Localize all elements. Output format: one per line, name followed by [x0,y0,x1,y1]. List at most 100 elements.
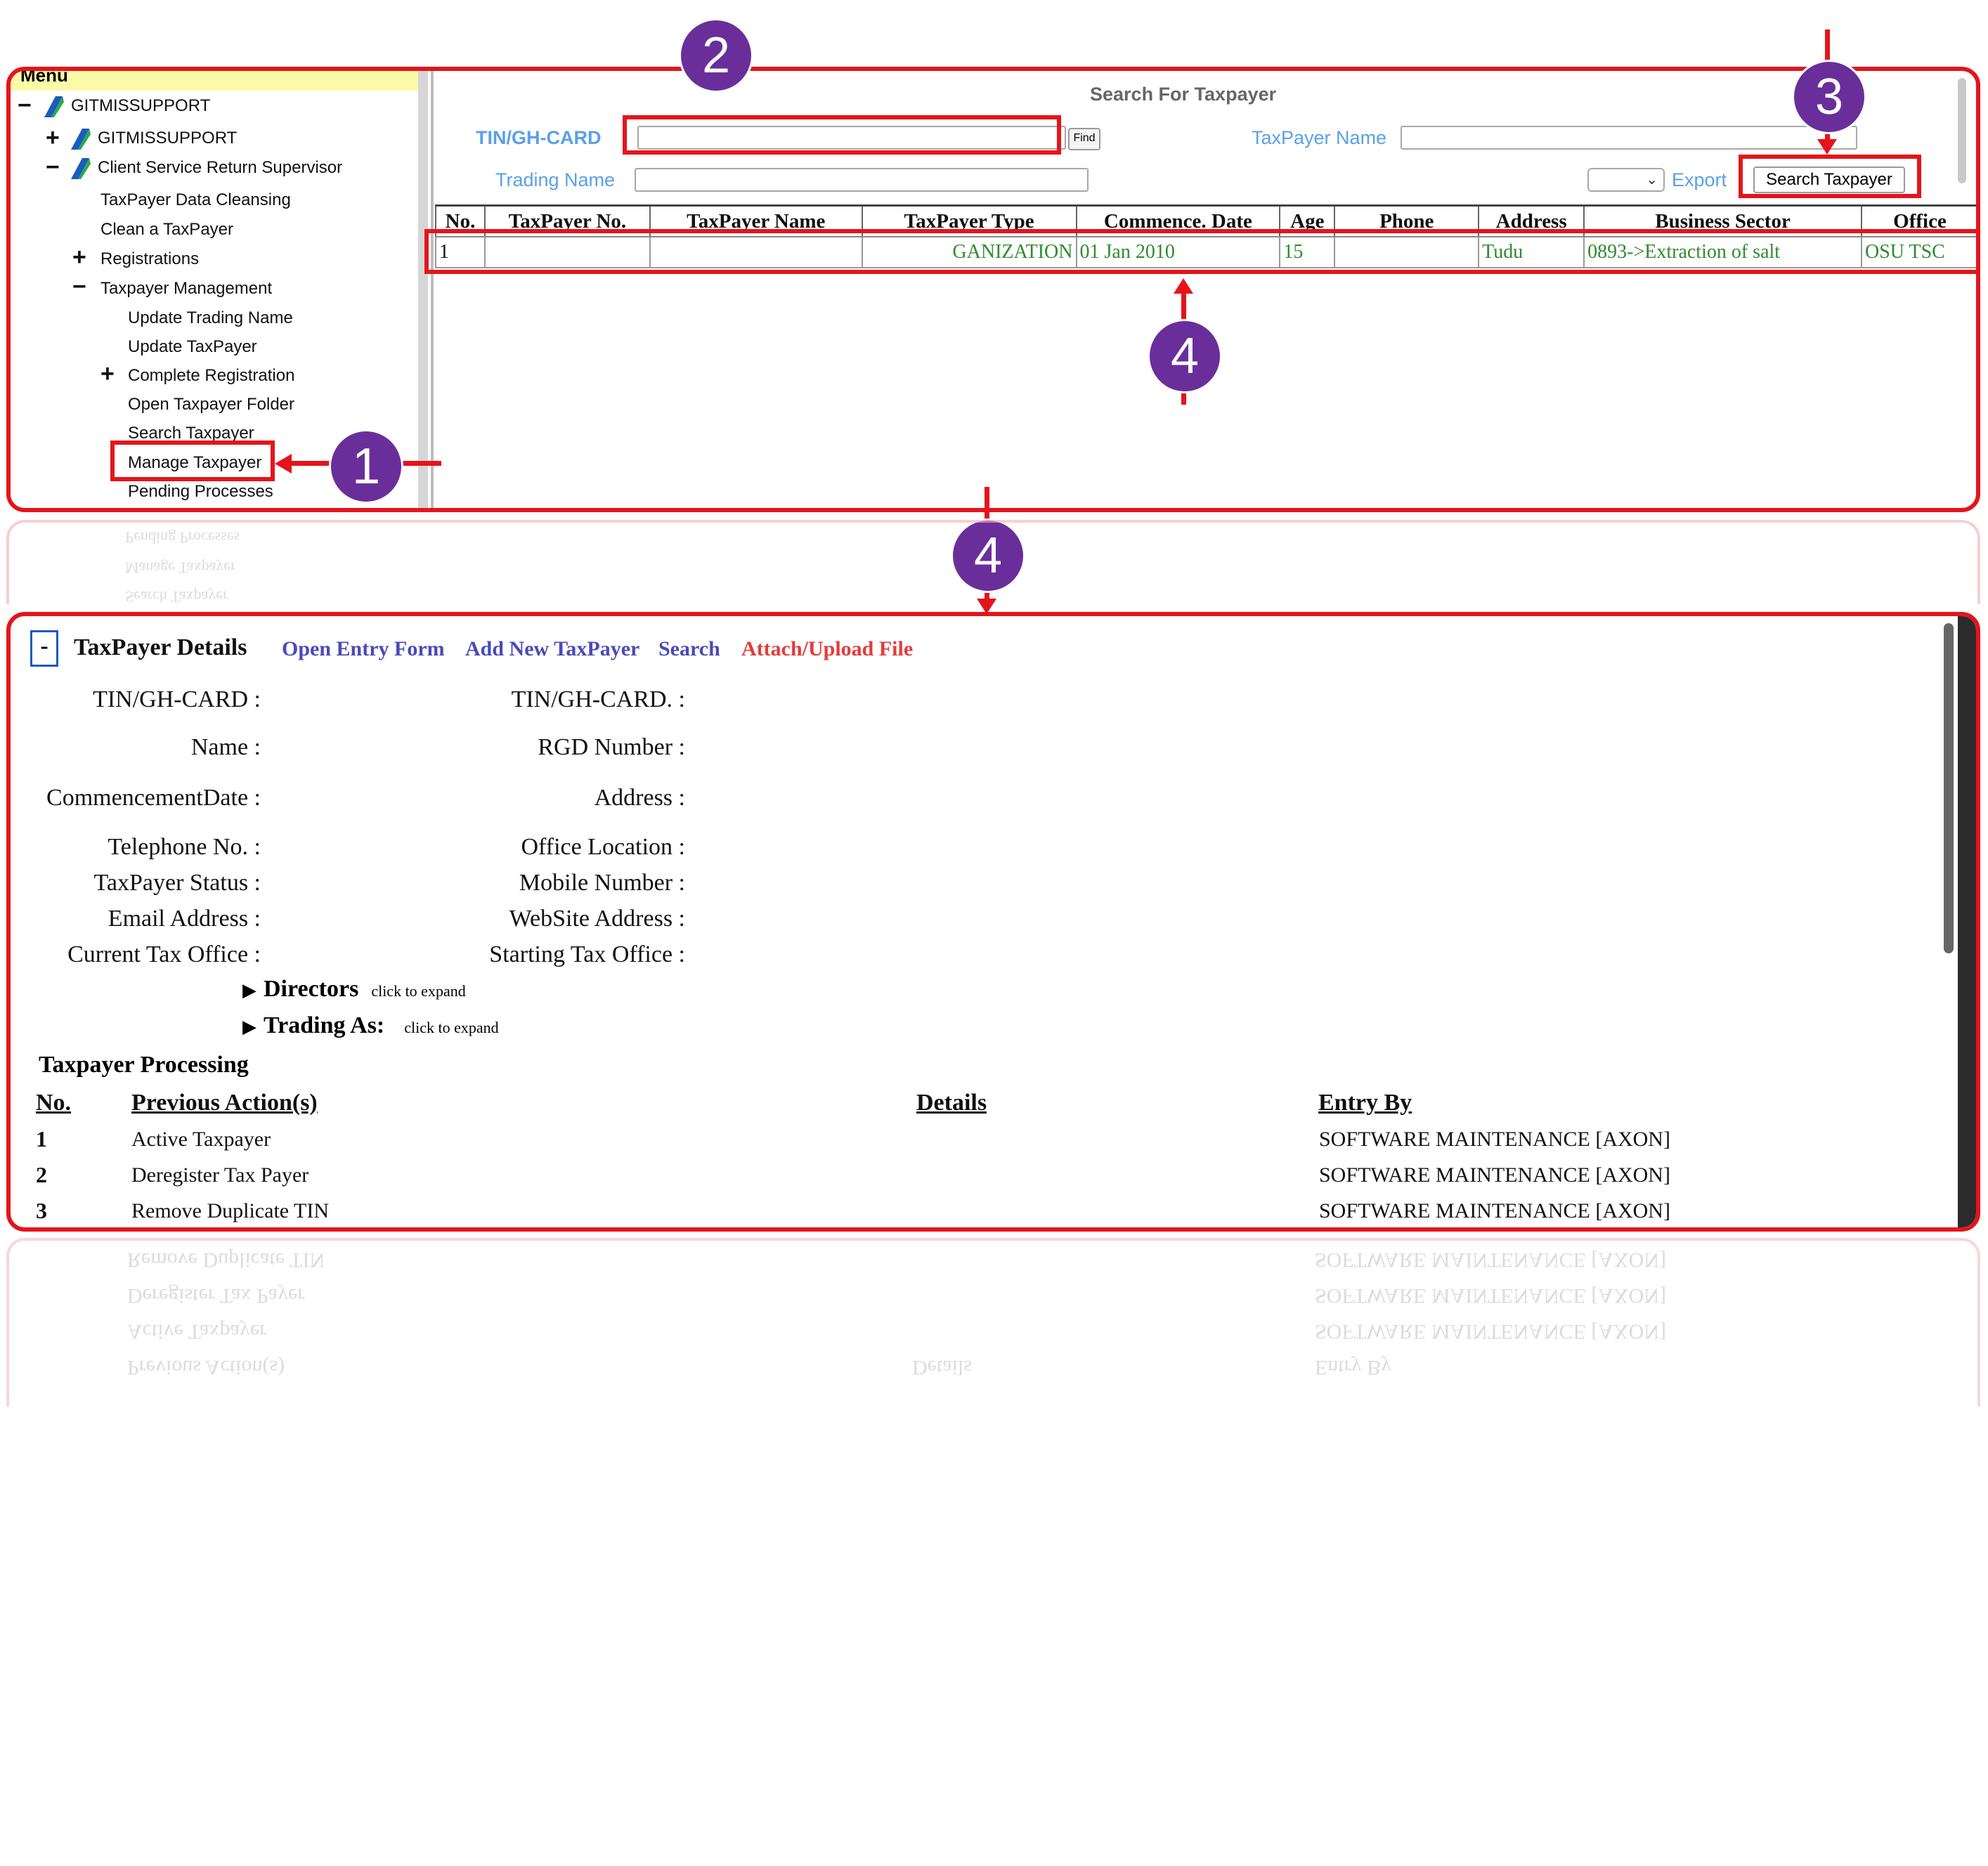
table-row: 3 Remove Duplicate TIN SOFTWARE MAINTENA… [11,1198,1964,1227]
callout-arrow-3-head [1817,139,1837,155]
menu-item-taxpayer-management[interactable]: Taxpayer Management [100,279,272,299]
label-tin-card: TIN/GH-CARD. : [511,686,685,712]
label-commencement: CommencementDate : [46,785,261,811]
label-email: Email Address : [108,906,261,932]
menu-item-gitmissupport[interactable]: GITMISSUPPORT [98,129,237,148]
reflection-text: Manage Taxpayer [125,559,236,577]
pane-divider[interactable] [431,71,434,508]
results-scrollbar[interactable] [1958,78,1966,183]
menu-item-registrations[interactable]: Registrations [100,249,199,269]
reflection-text: Remove Duplicate TIN [127,1248,325,1272]
find-button[interactable]: Find [1068,128,1100,150]
highlight-result-row [424,229,1980,274]
hist-entry-by: SOFTWARE MAINTENANCE [AXON] [1319,1128,1670,1151]
callout-badge-1: 1 [329,429,403,504]
label-status: TaxPayer Status : [93,870,261,896]
gitmis-logo-icon [44,96,64,117]
reflection-text: Details [912,1356,972,1379]
triangle-right-icon: ▶ [242,980,256,1000]
label-mobile: Mobile Number : [519,870,685,896]
directors-hint: click to expand [371,982,466,1000]
label-office-location: Office Location : [521,834,685,860]
label-tin: TIN/GH-CARD : [93,686,261,712]
reflection-text: SOFTWARE MAINTENANCE [AXON] [1315,1320,1666,1343]
hist-header-details: Details [916,1090,987,1116]
export-format-select[interactable]: ⌄ [1587,168,1665,192]
label-current-office: Current Tax Office : [67,941,261,967]
callout-badge-2: 2 [679,18,753,93]
callout-badge-3: 3 [1792,60,1866,134]
label-starting-office: Starting Tax Office : [489,941,685,967]
reflection-text: Deregister Tax Payer [127,1284,305,1307]
top-panel-reflection [6,520,1980,604]
directors-expander[interactable]: ▶ Directors click to expand [242,976,466,1003]
hist-header-no: No. [36,1090,72,1116]
hist-action: Active Taxpayer [131,1128,271,1151]
expand-icon[interactable]: + [46,126,60,150]
menu-item-gitmissupport-root[interactable]: GITMISSUPPORT [71,96,210,116]
export-link[interactable]: Export [1672,169,1727,191]
label-name: Name : [190,734,261,760]
taxpayer-name-label: TaxPayer Name [1252,127,1387,148]
hist-no: 2 [36,1162,47,1187]
menu-item-pending-processes[interactable]: Pending Processes [128,482,273,502]
reflection-text: SOFTWARE MAINTENANCE [AXON] [1315,1248,1666,1272]
add-new-taxpayer-link[interactable]: Add New TaxPayer [465,637,639,661]
expand-icon[interactable]: + [72,245,86,269]
hist-header-entry-by: Entry By [1318,1090,1412,1116]
hist-no: 1 [36,1126,47,1151]
menu-item-clean-taxpayer[interactable]: Clean a TaxPayer [100,220,233,240]
processing-title: Taxpayer Processing [39,1052,249,1078]
hist-entry-by: SOFTWARE MAINTENANCE [AXON] [1319,1199,1670,1222]
highlight-tin-input [623,115,1061,155]
hist-header-action: Previous Action(s) [131,1090,318,1116]
attach-upload-link[interactable]: Attach/Upload File [741,637,913,661]
expand-icon[interactable]: + [100,362,115,386]
gitmis-logo-icon [71,129,91,150]
label-rgd: RGD Number : [538,734,685,760]
menu-item-update-taxpayer[interactable]: Update TaxPayer [128,337,257,357]
directors-label: Directors [264,976,359,1002]
hist-action: Deregister Tax Payer [131,1163,309,1187]
menu-header: Menu [11,71,421,91]
hist-no: 3 [36,1198,47,1223]
menu-item-data-cleansing[interactable]: TaxPayer Data Cleansing [100,190,291,210]
reflection-text: Previous Action(s) [127,1356,285,1379]
collapse-toggle[interactable]: - [30,630,58,667]
trading-as-hint: click to expand [404,1019,499,1036]
menu-item-open-folder[interactable]: Open Taxpayer Folder [128,395,294,415]
open-entry-form-link[interactable]: Open Entry Form [282,637,445,661]
triangle-right-icon: ▶ [242,1017,256,1037]
search-link[interactable]: Search [658,637,720,661]
details-scrollbar[interactable] [1944,623,1954,953]
reflection-text: SOFTWARE MAINTENANCE [AXON] [1315,1284,1666,1307]
gitmis-logo-icon [71,158,91,179]
trading-as-expander[interactable]: ▶ Trading As: click to expand [242,1012,499,1039]
table-row: 2 Deregister Tax Payer SOFTWARE MAINTENA… [11,1162,1964,1197]
table-row: 1 Active Taxpayer SOFTWARE MAINTENANCE [… [11,1126,1964,1161]
collapse-icon[interactable]: − [72,275,86,299]
hist-action: Remove Duplicate TIN [131,1199,330,1222]
reflection-text: Entry By [1315,1356,1392,1379]
label-address: Address : [594,785,685,811]
collapse-icon[interactable]: − [46,155,60,179]
callout-arrow-1-head [275,454,292,474]
callout-arrow-4a-head [1174,278,1193,294]
menu-item-client-service[interactable]: Client Service Return Supervisor [98,158,342,178]
reflection-text: Pending Processes [125,529,240,547]
reflection-text: Search Taxpayer [125,588,228,606]
hist-entry-by: SOFTWARE MAINTENANCE [AXON] [1319,1163,1670,1187]
tin-label: TIN/GH-CARD [476,127,602,148]
trading-name-input[interactable] [635,168,1089,192]
chevron-down-icon: ⌄ [1646,172,1658,188]
taxpayer-details-window: - TaxPayer Details Open Entry Form Add N… [6,612,1980,1232]
menu-item-update-trading-name[interactable]: Update Trading Name [128,308,293,328]
collapse-icon[interactable]: − [18,93,32,117]
menu-scrollbar[interactable] [418,71,428,508]
reflection-text: Active Taxpayer [127,1320,267,1343]
label-website: WebSite Address : [509,906,685,932]
label-telephone: Telephone No. : [108,834,261,860]
menu-item-complete-registration[interactable]: Complete Registration [128,366,294,386]
taxpayer-name-input[interactable] [1401,126,1857,150]
highlight-search-button [1739,155,1921,198]
